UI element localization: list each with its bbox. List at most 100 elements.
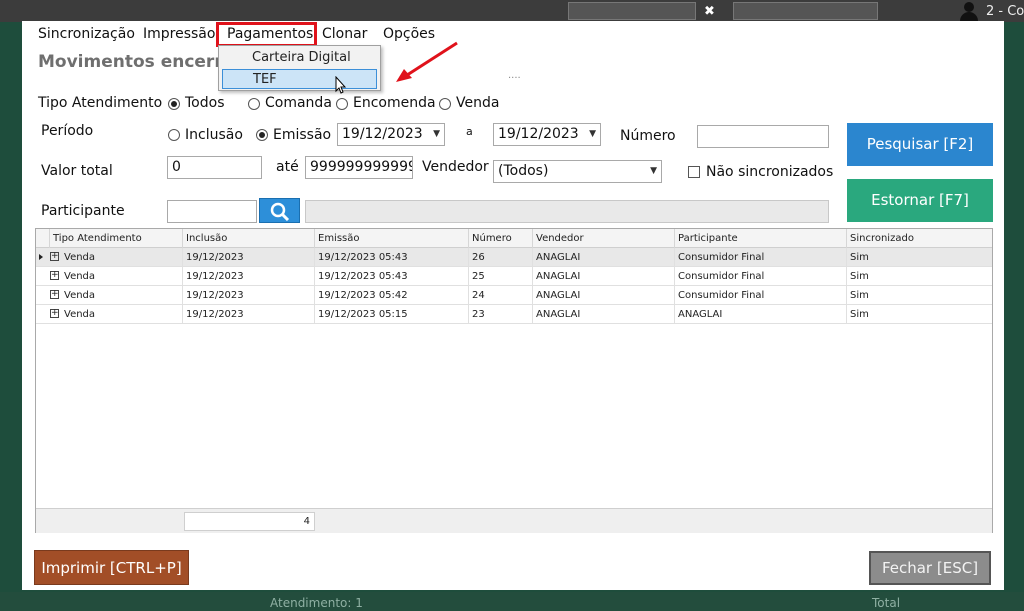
participante-name-field — [305, 200, 829, 223]
page-title: Movimentos encerra — [38, 52, 235, 72]
cell-numero: 26 — [468, 248, 532, 267]
menu-bar: Sincronização Impressão Pagamentos Clona… — [22, 21, 1004, 47]
cell-emissao: 19/12/2023 05:43 — [314, 248, 468, 267]
vendedor-select[interactable]: (Todos) ▼ — [493, 160, 662, 183]
numero-input[interactable] — [697, 125, 829, 148]
radio-encomenda[interactable] — [336, 98, 348, 110]
table-row[interactable]: + Venda 19/12/2023 19/12/2023 05:15 23 A… — [36, 305, 992, 324]
radio-inclusao[interactable] — [168, 129, 180, 141]
grid-footer: 4 — [36, 508, 992, 533]
valor-from-input[interactable]: 0 — [167, 156, 262, 179]
cell-sincronizado: Sim — [846, 286, 992, 305]
cell-inclusao: 19/12/2023 — [182, 267, 314, 286]
participante-code-input[interactable] — [167, 200, 257, 223]
date-to-picker[interactable]: 19/12/2023 ▼ — [493, 123, 601, 146]
cell-vendedor: ANAGLAI — [532, 248, 674, 267]
menu-sincronizacao[interactable]: Sincronização — [38, 26, 135, 42]
cell-sincronizado: Sim — [846, 267, 992, 286]
table-row[interactable]: + Venda 19/12/2023 19/12/2023 05:43 26 A… — [36, 248, 992, 267]
cell-inclusao: 19/12/2023 — [182, 305, 314, 324]
menu-item-tef[interactable]: TEF — [222, 69, 377, 89]
radio-inclusao-label: Inclusão — [185, 127, 243, 143]
menu-item-carteira-digital[interactable]: Carteira Digital — [222, 48, 377, 68]
table-row[interactable]: + Venda 19/12/2023 19/12/2023 05:43 25 A… — [36, 267, 992, 286]
chevron-down-icon: ▼ — [650, 166, 657, 176]
expand-icon[interactable]: + — [50, 290, 59, 299]
background-field — [568, 2, 696, 20]
cell-emissao: 19/12/2023 05:15 — [314, 305, 468, 324]
periodo-label: Período — [41, 123, 94, 139]
column-header[interactable]: Inclusão — [182, 229, 314, 248]
table-row[interactable]: + Venda 19/12/2023 19/12/2023 05:42 24 A… — [36, 286, 992, 305]
cell-emissao: 19/12/2023 05:43 — [314, 267, 468, 286]
tipo-atendimento-label: Tipo Atendimento — [38, 95, 163, 111]
radio-encomenda-label: Encomenda — [353, 95, 436, 111]
annotation-arrow-icon — [396, 41, 458, 82]
chevron-down-icon: ▼ — [589, 129, 596, 139]
radio-todos[interactable] — [168, 98, 180, 110]
radio-comanda[interactable] — [248, 98, 260, 110]
search-icon — [270, 202, 290, 221]
radio-venda[interactable] — [439, 98, 451, 110]
column-header[interactable]: Participante — [674, 229, 846, 248]
cell-numero: 25 — [468, 267, 532, 286]
cell-emissao: 19/12/2023 05:42 — [314, 286, 468, 305]
expand-icon[interactable]: + — [50, 309, 59, 318]
nao-sincronizados-checkbox[interactable] — [688, 166, 700, 178]
cell-tipo: Venda — [64, 252, 96, 263]
column-header[interactable]: Emissão — [314, 229, 468, 248]
cell-tipo: Venda — [64, 290, 96, 301]
background-user-label: 2 - Co — [986, 4, 1024, 19]
background-footer-left: Atendimento: 1 — [270, 596, 363, 610]
cell-participante: Consumidor Final — [674, 267, 846, 286]
cell-vendedor: ANAGLAI — [532, 267, 674, 286]
background-footer-right: Total — [872, 596, 901, 610]
radio-comanda-label: Comanda — [265, 95, 332, 111]
cell-participante: ANAGLAI — [674, 305, 846, 324]
nao-sincronizados-label: Não sincronizados — [706, 164, 834, 180]
menu-clonar[interactable]: Clonar — [322, 26, 367, 42]
radio-emissao[interactable] — [256, 129, 268, 141]
mouse-cursor-icon — [335, 76, 347, 94]
divider-dots: ···· — [508, 73, 521, 84]
chevron-down-icon: ▼ — [433, 129, 440, 139]
participante-search-button[interactable] — [259, 198, 300, 223]
annotation-highlight-box — [216, 22, 317, 47]
cell-numero: 23 — [468, 305, 532, 324]
pesquisar-button[interactable]: Pesquisar [F2] — [847, 123, 993, 166]
cell-sincronizado: Sim — [846, 305, 992, 324]
numero-label: Número — [620, 128, 676, 144]
movimentos-grid[interactable]: Tipo Atendimento Inclusão Emissão Número… — [35, 228, 993, 533]
menu-impressao[interactable]: Impressão — [143, 26, 215, 42]
cell-participante: Consumidor Final — [674, 286, 846, 305]
valor-to-input[interactable]: 999999999999 — [305, 156, 413, 179]
vendedor-label: Vendedor — [422, 159, 489, 175]
expand-icon[interactable]: + — [50, 271, 59, 280]
background-field — [733, 2, 878, 20]
estornar-button[interactable]: Estornar [F7] — [847, 179, 993, 222]
date-separator: a — [466, 125, 473, 138]
background-app-footer: Atendimento: 1 Total — [0, 592, 1024, 611]
cell-sincronizado: Sim — [846, 248, 992, 267]
cell-tipo: Venda — [64, 271, 96, 282]
column-header[interactable]: Vendedor — [532, 229, 674, 248]
column-header[interactable]: Número — [468, 229, 532, 248]
cell-vendedor: ANAGLAI — [532, 305, 674, 324]
date-from-picker[interactable]: 19/12/2023 ▼ — [337, 123, 445, 146]
column-header[interactable]: Tipo Atendimento — [49, 229, 182, 248]
valor-total-label: Valor total — [41, 163, 113, 179]
cell-tipo: Venda — [64, 309, 96, 320]
cell-inclusao: 19/12/2023 — [182, 248, 314, 267]
column-header[interactable]: Sincronizado — [846, 229, 992, 248]
background-app-toolbar: ✖ 2 - Co — [0, 0, 1024, 22]
valor-separator: até — [276, 159, 299, 175]
radio-todos-label: Todos — [185, 95, 225, 111]
pagamentos-dropdown: Carteira Digital TEF — [218, 45, 381, 91]
movimentos-dialog: Sincronização Impressão Pagamentos Clona… — [22, 21, 1004, 590]
background-close-icon: ✖ — [704, 4, 715, 19]
cell-inclusao: 19/12/2023 — [182, 286, 314, 305]
radio-emissao-label: Emissão — [273, 127, 332, 143]
fechar-button[interactable]: Fechar [ESC] — [869, 551, 991, 585]
expand-icon[interactable]: + — [50, 252, 59, 261]
imprimir-button[interactable]: Imprimir [CTRL+P] — [34, 550, 189, 585]
